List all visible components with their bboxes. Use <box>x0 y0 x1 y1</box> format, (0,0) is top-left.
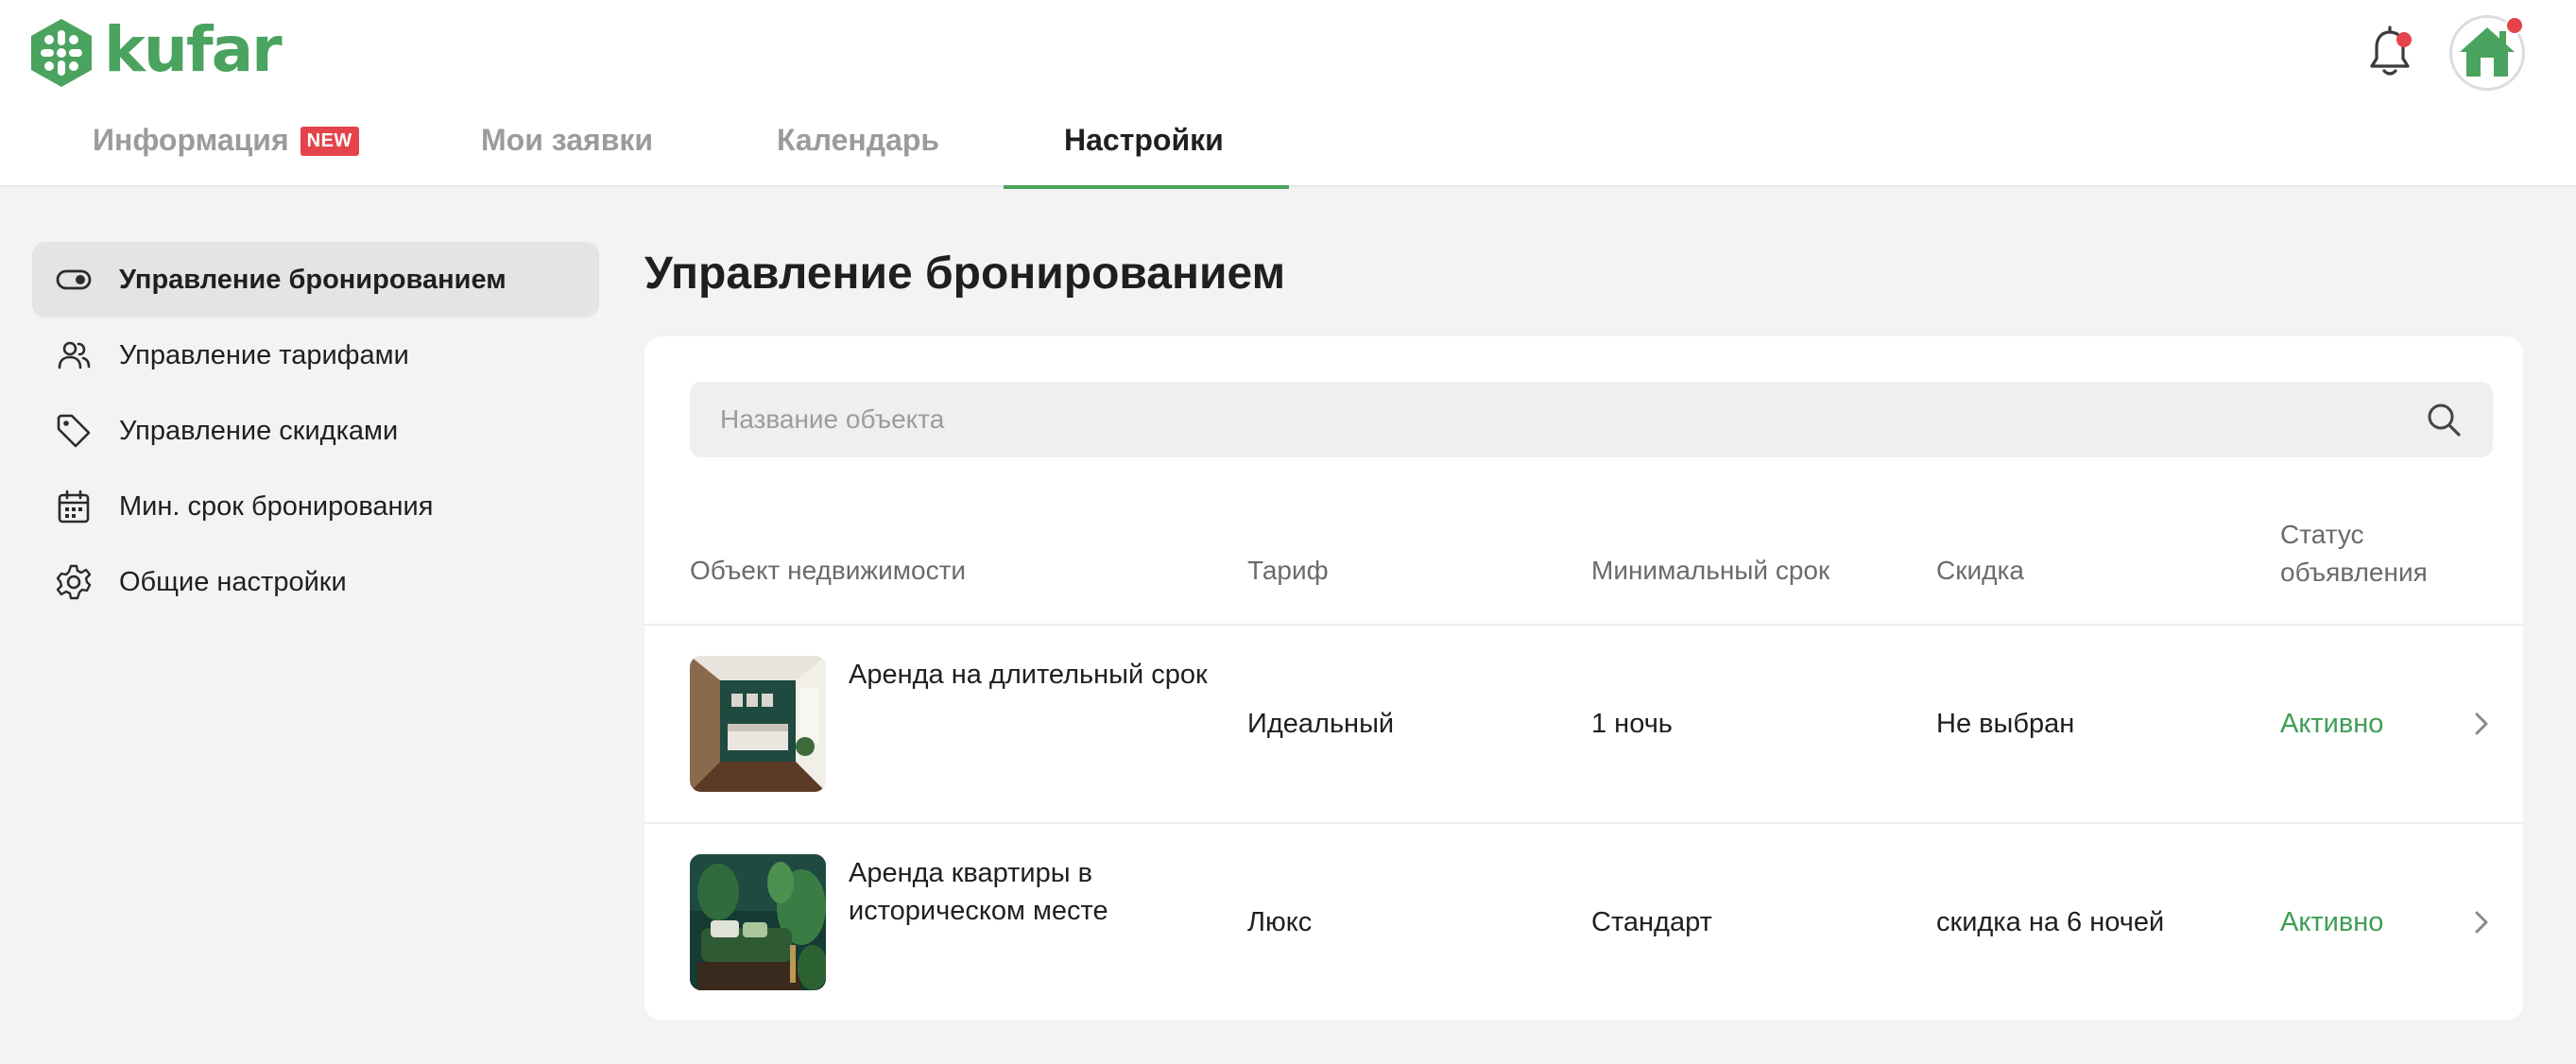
sidebar-item-label: Общие настройки <box>119 566 347 597</box>
tab-settings[interactable]: Настройки <box>1004 112 1289 189</box>
row-min-term: Стандарт <box>1591 907 1712 937</box>
notifications-button[interactable] <box>2364 25 2415 81</box>
column-header-discount: Скидка <box>1936 556 2024 585</box>
property-name: Аренда квартиры в историческом месте <box>849 858 1108 926</box>
column-header-status-line1: Статус <box>2280 520 2364 549</box>
table-row[interactable]: Аренда квартиры в историческом месте Люк… <box>644 824 2523 1021</box>
tab-settings-label: Настройки <box>1064 123 1224 157</box>
user-avatar[interactable] <box>2449 15 2525 91</box>
property-thumbnail <box>690 854 826 990</box>
kufar-logo[interactable]: kufar <box>28 13 283 91</box>
avatar-notification-dot <box>2505 16 2524 35</box>
tab-information[interactable]: Информация NEW <box>93 112 359 187</box>
settings-sidebar: Управление бронированием Управление тари… <box>32 242 599 620</box>
row-discount: Не выбран <box>1936 709 2075 739</box>
new-badge: NEW <box>300 127 359 156</box>
top-header: kufar Информация NEW Мои заявки Календар… <box>0 0 2576 189</box>
column-header-min-term: Минимальный срок <box>1591 556 1830 585</box>
sidebar-item-label: Управление бронированием <box>119 264 507 295</box>
column-header-tariff: Тариф <box>1247 556 1329 585</box>
kufar-logo-icon <box>31 19 92 87</box>
tab-calendar[interactable]: Календарь <box>777 112 939 187</box>
table-row[interactable]: Аренда на длительный срок Идеальный 1 но… <box>644 626 2523 824</box>
row-min-term: 1 ночь <box>1591 709 1673 739</box>
gear-icon <box>56 564 92 600</box>
tab-information-label: Информация <box>93 123 289 157</box>
booking-table-card: Объект недвижимости Тариф Минимальный ср… <box>644 336 2523 1021</box>
sidebar-item-booking-management[interactable]: Управление бронированием <box>32 242 599 317</box>
notification-dot <box>2396 32 2412 47</box>
sidebar-item-label: Управление тарифами <box>119 339 409 370</box>
row-open-button[interactable] <box>2466 709 2497 739</box>
row-status: Активно <box>2280 709 2384 739</box>
search-box <box>690 382 2493 457</box>
row-discount: скидка на 6 ночей <box>1936 907 2165 937</box>
toggle-icon <box>56 269 92 290</box>
tag-icon <box>57 414 91 448</box>
column-header-object: Объект недвижимости <box>690 556 967 585</box>
row-status: Активно <box>2280 907 2384 937</box>
column-header-status: Статус объявления <box>2280 516 2428 592</box>
tab-calendar-label: Календарь <box>777 123 940 157</box>
property-thumbnail <box>690 656 826 792</box>
sidebar-item-label: Мин. срок бронирования <box>119 490 434 522</box>
sidebar-item-label: Управление скидками <box>119 415 399 446</box>
tab-my-requests[interactable]: Мои заявки <box>481 112 653 187</box>
chevron-right-icon <box>2475 712 2488 735</box>
calendar-icon <box>58 489 90 523</box>
living-room-photo-image <box>690 854 826 990</box>
search-icon <box>2428 403 2461 437</box>
search-input[interactable] <box>690 382 2410 457</box>
users-icon <box>58 341 91 369</box>
column-header-status-line2: объявления <box>2280 558 2428 587</box>
property-name: Аренда на длительный срок <box>849 660 1208 690</box>
tab-my-requests-label: Мои заявки <box>481 123 654 157</box>
table-header: Объект недвижимости Тариф Минимальный ср… <box>644 516 2523 626</box>
search-button[interactable] <box>2425 401 2463 438</box>
row-open-button[interactable] <box>2466 907 2497 937</box>
sidebar-item-tariff-management[interactable]: Управление тарифами <box>32 317 599 393</box>
sidebar-item-min-booking-term[interactable]: Мин. срок бронирования <box>32 469 599 544</box>
logo-text: kufar <box>104 13 283 86</box>
sidebar-item-general-settings[interactable]: Общие настройки <box>32 544 599 620</box>
bedroom-photo-image <box>690 656 826 792</box>
row-tariff: Идеальный <box>1247 709 1395 739</box>
main-tabs: Информация NEW Мои заявки Календарь Наст… <box>0 112 1323 189</box>
chevron-right-icon <box>2475 911 2488 934</box>
row-tariff: Люкс <box>1247 907 1313 937</box>
page-title: Управление бронированием <box>644 249 1286 299</box>
sidebar-item-discount-management[interactable]: Управление скидками <box>32 393 599 469</box>
